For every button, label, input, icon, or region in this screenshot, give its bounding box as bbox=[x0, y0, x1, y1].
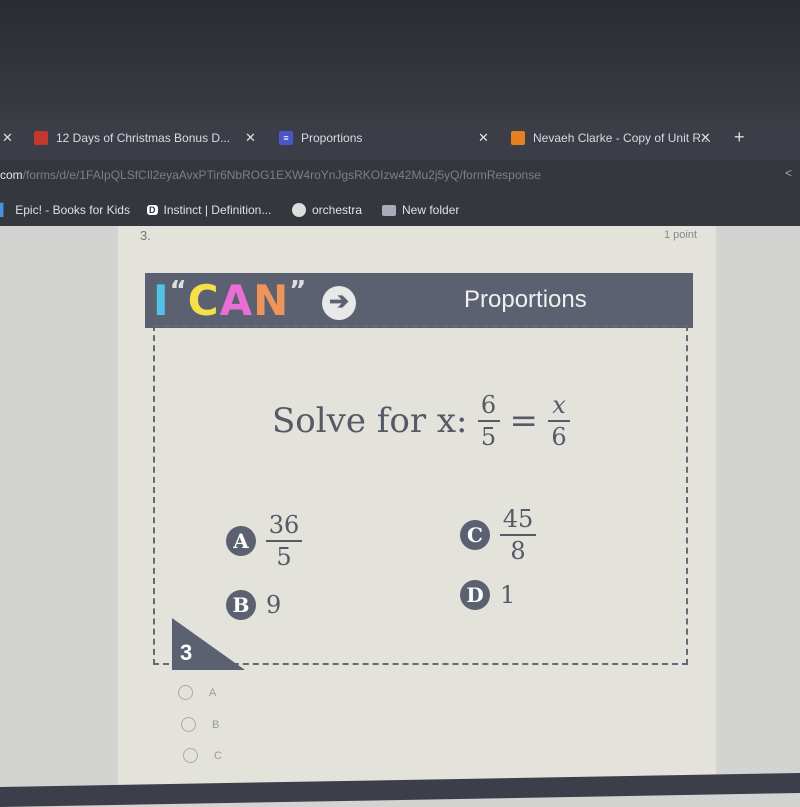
equation: Solve for x: 65 = x6 bbox=[272, 392, 571, 450]
option-c: C 45 8 bbox=[460, 506, 536, 564]
dictionary-icon: D bbox=[147, 205, 158, 215]
bookmark-label: Instinct | Definition... bbox=[163, 203, 272, 217]
bookmark-new-folder[interactable]: New folder bbox=[382, 203, 459, 217]
close-tab-icon[interactable]: ✕ bbox=[700, 130, 711, 146]
fraction-rhs: x6 bbox=[548, 392, 571, 450]
fraction-lhs: 65 bbox=[477, 392, 500, 450]
screen-bezel bbox=[0, 0, 800, 122]
tab-nevaeh[interactable]: Nevaeh Clarke - Copy of Unit R... bbox=[511, 131, 711, 145]
i-can-logo: I“CAN” bbox=[153, 276, 308, 325]
slide-number: 3 bbox=[180, 640, 193, 665]
slides-icon bbox=[34, 131, 48, 145]
tab-label: Proportions bbox=[301, 131, 363, 145]
bookmark-epic[interactable]: ▍ Epic! - Books for Kids bbox=[0, 203, 130, 217]
question-points: 1 point bbox=[664, 229, 698, 241]
bookmark-label: orchestra bbox=[312, 203, 363, 217]
close-tab-icon[interactable]: ✕ bbox=[245, 130, 256, 146]
close-tab-icon[interactable]: ✕ bbox=[478, 130, 489, 146]
prompt: Solve for x: bbox=[272, 401, 468, 441]
banner-title: Proportions bbox=[464, 286, 587, 313]
share-icon[interactable]: < bbox=[785, 166, 792, 180]
bookmark-icon: ▍ bbox=[0, 203, 10, 217]
arrow-right-icon: ➔ bbox=[322, 286, 356, 320]
url-host: com bbox=[0, 168, 23, 182]
tab-proportions[interactable]: ≡ Proportions bbox=[279, 131, 362, 145]
radio-a[interactable]: A bbox=[178, 685, 216, 700]
bookmark-label: Epic! - Books for Kids bbox=[15, 203, 130, 217]
bookmark-label: New folder bbox=[402, 203, 460, 217]
forms-icon: ≡ bbox=[279, 131, 293, 145]
address-bar[interactable]: com/forms/d/e/1FAIpQLSfCIl2eyaAvxPTir6Nb… bbox=[0, 160, 800, 196]
question-number: 3. bbox=[140, 228, 151, 243]
slides-icon bbox=[511, 131, 525, 145]
globe-icon bbox=[292, 203, 306, 217]
radio-b[interactable]: B bbox=[181, 717, 219, 732]
url-path: /forms/d/e/1FAIpQLSfCIl2eyaAvxPTir6NbROG… bbox=[22, 168, 541, 182]
tab-label: Nevaeh Clarke - Copy of Unit R... bbox=[533, 131, 712, 145]
tab-label: 12 Days of Christmas Bonus D... bbox=[56, 131, 231, 145]
folder-icon bbox=[382, 204, 396, 216]
option-a: A 36 5 bbox=[226, 512, 302, 570]
bookmark-instinct[interactable]: D Instinct | Definition... bbox=[147, 203, 271, 217]
option-b: B9 bbox=[226, 590, 281, 620]
radio-c[interactable]: C bbox=[183, 748, 222, 763]
tab-bar: ✕ 12 Days of Christmas Bonus D... ✕ ≡ Pr… bbox=[0, 122, 800, 160]
new-tab-button[interactable]: + bbox=[734, 127, 745, 148]
option-d: D1 bbox=[460, 580, 515, 610]
equals-sign: = bbox=[509, 401, 539, 441]
close-tab-icon[interactable]: ✕ bbox=[2, 130, 13, 146]
bookmark-orchestra[interactable]: orchestra bbox=[292, 203, 362, 217]
bookmarks-bar: ▍ Epic! - Books for Kids D Instinct | Defi… bbox=[0, 196, 800, 226]
tab-christmas[interactable]: 12 Days of Christmas Bonus D... bbox=[34, 131, 230, 145]
